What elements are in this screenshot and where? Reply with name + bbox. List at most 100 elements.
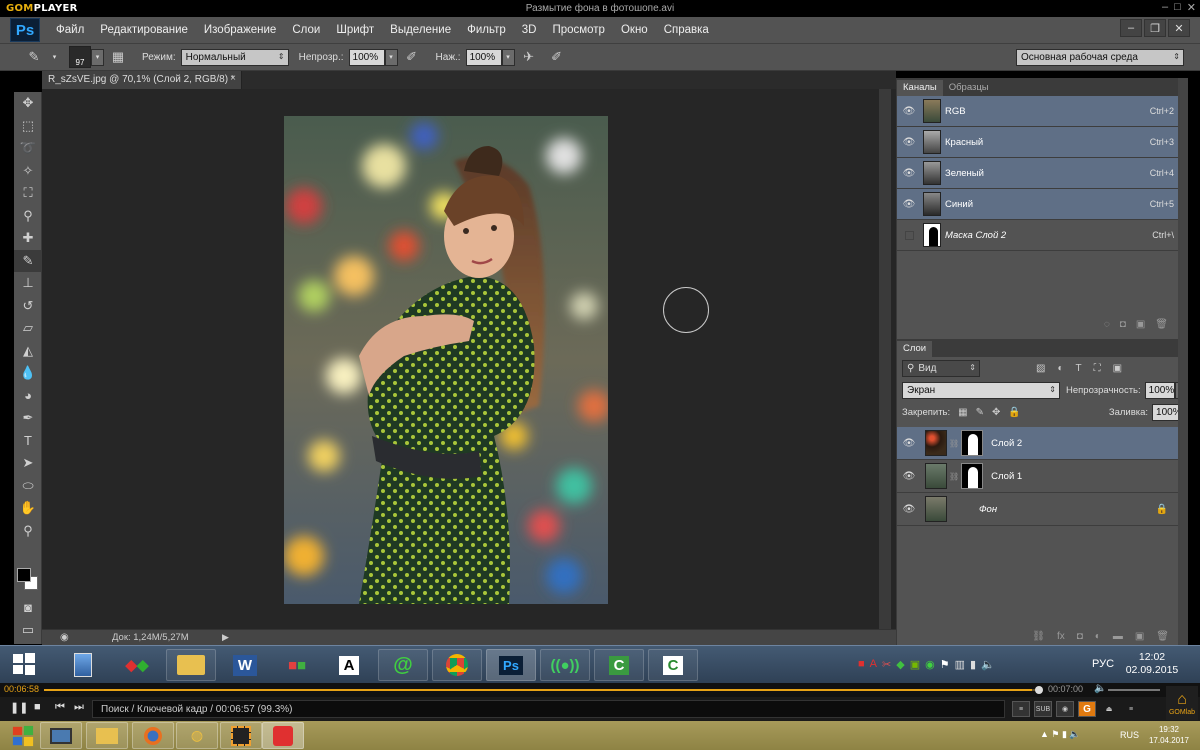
brush-panel-icon[interactable]: ▦ <box>108 47 128 67</box>
menu-image[interactable]: Изображение <box>196 24 284 36</box>
menu-type[interactable]: Шрифт <box>328 24 382 36</box>
studio-app-icon[interactable] <box>220 722 262 749</box>
brush-tool-icon[interactable]: ✎ <box>14 249 42 272</box>
minimize-icon[interactable]: – <box>1162 1 1168 14</box>
opacity-input[interactable]: 100% <box>348 48 385 66</box>
paint-bucket-tool-icon[interactable]: ◭ <box>14 340 42 363</box>
crop-tool-icon[interactable]: ⛶ <box>14 182 42 205</box>
path-select-tool-icon[interactable]: ➤ <box>14 452 42 475</box>
explorer-app-icon[interactable] <box>86 722 128 749</box>
status-menu-arrow-icon[interactable]: ▶ <box>222 632 229 643</box>
ps-restore-button[interactable]: ❐ <box>1144 19 1166 37</box>
menu-filter[interactable]: Фильтр <box>459 24 514 36</box>
eye-icon[interactable]: 👁 <box>899 433 919 453</box>
brush-tool-icon[interactable]: ✎ <box>24 47 44 67</box>
visibility-box[interactable] <box>899 225 919 245</box>
photoshop-app-icon[interactable]: Ps <box>486 649 536 681</box>
tray-chart-icon[interactable]: ▥ <box>955 658 965 671</box>
pizza-app-icon[interactable]: ◍ <box>176 722 218 749</box>
menu-3d[interactable]: 3D <box>514 24 545 36</box>
eye-icon[interactable]: 👁 <box>899 466 919 486</box>
volume-icon[interactable]: 🔈 <box>1094 683 1106 694</box>
lock-position-icon[interactable]: ✥ <box>992 407 1000 418</box>
clone-stamp-tool-icon[interactable]: ⊥ <box>14 272 42 295</box>
eye-icon[interactable]: 👁 <box>899 194 919 214</box>
filter-adjustment-icon[interactable]: ◐ <box>1057 363 1063 374</box>
ellipse-tool-icon[interactable]: ⬭ <box>14 475 42 498</box>
eye-icon[interactable]: 👁 <box>899 499 919 519</box>
layer-row[interactable]: 👁 Фон 🔒 <box>897 493 1188 526</box>
save-selection-icon[interactable]: ◘ <box>1120 319 1126 330</box>
eye-icon[interactable]: 👁 <box>899 101 919 121</box>
airbrush-icon[interactable]: ✈ <box>519 47 539 67</box>
healing-brush-tool-icon[interactable]: ✚ <box>14 227 42 250</box>
camtasia-recorder-app-icon[interactable]: C <box>648 649 698 681</box>
marquee-tool-icon[interactable]: ⬚ <box>14 115 42 138</box>
filter-pixel-icon[interactable]: ▨ <box>1036 363 1045 374</box>
volume-slider[interactable] <box>1108 689 1160 691</box>
tray-network-icon[interactable]: ▮ <box>970 658 976 671</box>
menu-help[interactable]: Справка <box>656 24 717 36</box>
layer-row[interactable]: 👁 ⛓ Слой 2 <box>897 427 1188 460</box>
eyedropper-tool-icon[interactable]: ⚲ <box>14 205 42 228</box>
previous-icon[interactable]: ⏮ <box>55 701 65 714</box>
monitor-app-icon[interactable] <box>40 722 82 749</box>
taskbar-clock[interactable]: 12:02 02.09.2015 <box>1122 651 1182 677</box>
tray-flag-icon[interactable]: ⚑ <box>940 658 950 671</box>
capture-icon[interactable]: ◉ <box>1056 701 1074 717</box>
pressure-opacity-icon[interactable]: ✐ <box>402 47 422 67</box>
desktop-clock[interactable]: 19:32 17.04.2017 <box>1147 724 1191 746</box>
windows-start-icon[interactable] <box>2 722 44 749</box>
lock-pixels-icon[interactable]: ✎ <box>976 407 984 418</box>
trash-icon[interactable]: 🗑 <box>1155 319 1168 330</box>
canvas-scrollbar[interactable] <box>879 89 891 629</box>
channel-row[interactable]: 👁 Красный Ctrl+3 <box>897 127 1188 158</box>
zoom-tool-icon[interactable]: ⚲ <box>14 520 42 543</box>
lock-all-icon[interactable]: 🔒 <box>1008 407 1020 418</box>
document-photo[interactable] <box>284 116 608 604</box>
seek-track[interactable] <box>44 689 1039 691</box>
panel-scrollbar[interactable] <box>1178 78 1188 646</box>
pause-icon[interactable]: ❚❚ <box>10 701 28 714</box>
playlist-icon[interactable]: ≡ <box>1012 701 1030 717</box>
pen-tool-icon[interactable]: ✒ <box>14 407 42 430</box>
layer-opacity-input[interactable]: 100% <box>1144 381 1175 399</box>
flow-input[interactable]: 100% <box>465 48 502 66</box>
channel-row[interactable]: 👁 Зеленый Ctrl+4 <box>897 158 1188 189</box>
menu-edit[interactable]: Редактирование <box>92 24 196 36</box>
eye-icon[interactable]: 👁 <box>899 163 919 183</box>
menu-select[interactable]: Выделение <box>382 24 459 36</box>
desktop-tray-icons[interactable]: ▲ ⚑ ▮ 🔈 <box>1040 729 1081 740</box>
subtitle-icon[interactable]: SUB <box>1034 701 1052 717</box>
eraser-tool-icon[interactable]: ▱ <box>14 317 42 340</box>
filter-smart-icon[interactable]: ▣ <box>1113 363 1122 374</box>
language-indicator[interactable]: РУС <box>1092 658 1114 670</box>
settings-icon[interactable]: ≡ <box>1122 701 1140 717</box>
dodge-tool-icon[interactable]: ◕ <box>14 385 42 408</box>
opacity-dropdown[interactable]: ▾ <box>384 48 398 66</box>
channel-row[interactable]: 👁 Синий Ctrl+5 <box>897 189 1188 220</box>
close-tab-icon[interactable]: × <box>230 73 236 84</box>
tray-app-icon[interactable]: ■ <box>858 658 865 671</box>
browser-app-icon[interactable]: ◆ ◆ <box>112 649 162 681</box>
tray-sync-icon[interactable]: ◉ <box>925 658 935 671</box>
tab-swatches[interactable]: Образцы <box>943 80 995 96</box>
mail-agent-app-icon[interactable]: @ <box>378 649 428 681</box>
new-channel-icon[interactable]: ▣ <box>1136 319 1145 330</box>
blur-tool-icon[interactable]: 💧 <box>14 362 42 385</box>
adjustment-layer-icon[interactable]: ◐ <box>1095 631 1101 642</box>
new-layer-icon[interactable]: ▣ <box>1135 631 1144 642</box>
stop-icon[interactable]: ■ <box>34 701 41 713</box>
layer-filter-select[interactable]: ⚲ Вид ⇕ <box>902 359 980 377</box>
add-mask-icon[interactable]: ◘ <box>1077 631 1083 642</box>
eye-icon[interactable]: 👁 <box>899 132 919 152</box>
load-selection-icon[interactable]: ◌ <box>1104 319 1110 330</box>
new-group-icon[interactable]: ▬ <box>1113 631 1123 642</box>
menu-window[interactable]: Окно <box>613 24 656 36</box>
mode-select[interactable]: Нормальный ⇕ <box>180 48 289 66</box>
channel-row[interactable]: 👁 RGB Ctrl+2 <box>897 96 1188 127</box>
menu-file[interactable]: Файл <box>48 24 92 36</box>
ps-minimize-button[interactable]: – <box>1120 19 1142 37</box>
calculator-app-icon[interactable] <box>58 649 108 681</box>
office-app-icon[interactable]: ■ ■ <box>272 649 322 681</box>
